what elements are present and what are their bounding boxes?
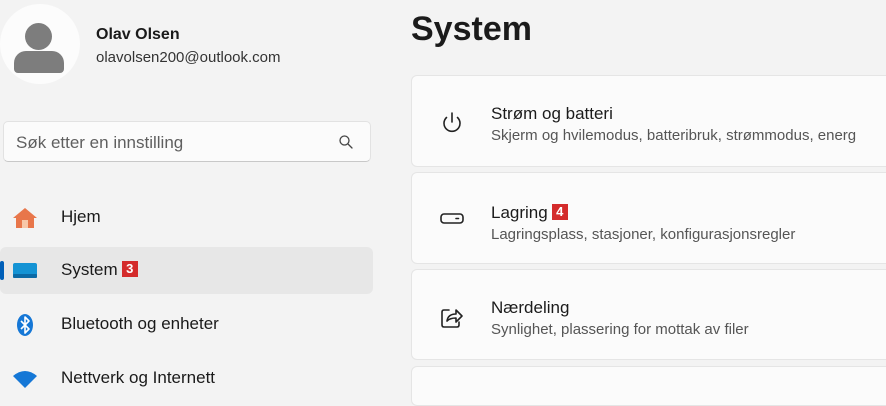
card-title: Lagring 4: [491, 203, 568, 223]
avatar[interactable]: [0, 4, 80, 84]
sidebar-item-label: Bluetooth og enheter: [61, 314, 219, 333]
active-indicator: [0, 261, 4, 280]
settings-card-strom[interactable]: Strøm og batteri Skjerm og hvilemodus, b…: [411, 75, 886, 167]
card-subtitle: Synlighet, plassering for mottak av file…: [491, 321, 749, 338]
storage-icon: [440, 213, 464, 224]
wifi-icon: [13, 371, 37, 388]
step-badge: 4: [551, 204, 568, 220]
card-title: Strøm og batteri: [491, 104, 613, 123]
settings-card-naerdeling[interactable]: Nærdeling Synlighet, plassering for mott…: [411, 269, 886, 360]
bluetooth-icon: [17, 314, 33, 336]
home-icon: [13, 208, 37, 228]
sidebar-item-label: System 3: [61, 260, 138, 280]
settings-card-partial[interactable]: [411, 366, 886, 406]
sidebar-item-bluetooth[interactable]: Bluetooth og enheter: [0, 301, 373, 348]
page-title: System: [411, 10, 532, 48]
card-title: Nærdeling: [491, 298, 570, 317]
avatar-body-icon: [14, 51, 64, 73]
step-badge: 3: [121, 261, 138, 277]
sidebar-item-hjem[interactable]: Hjem: [0, 194, 373, 241]
settings-card-lagring[interactable]: Lagring 4 Lagringsplass, stasjoner, konfi…: [411, 172, 886, 264]
sidebar: Olav Olsen olavolsen200@outlook.com Søk …: [0, 0, 386, 398]
user-email: olavolsen200@outlook.com: [96, 49, 281, 66]
power-icon: [443, 112, 461, 133]
card-subtitle: Lagringsplass, stasjoner, konfigurasjons…: [491, 226, 796, 243]
search-placeholder: Søk etter en innstilling: [16, 133, 184, 152]
sidebar-item-label: Hjem: [61, 207, 101, 226]
user-name: Olav Olsen: [96, 26, 180, 43]
avatar-head-icon: [25, 23, 52, 50]
sidebar-item-label: Nettverk og Internett: [61, 368, 216, 387]
sidebar-item-system[interactable]: System 3: [0, 247, 373, 294]
card-subtitle: Skjerm og hvilemodus, batteribruk, strøm…: [491, 127, 857, 144]
system-icon: [13, 263, 37, 278]
search-input[interactable]: Søk etter en innstilling: [3, 121, 371, 162]
sidebar-item-nettverk[interactable]: Nettverk og Internett: [0, 355, 373, 402]
share-icon: [441, 309, 463, 328]
search-icon[interactable]: [338, 134, 354, 150]
